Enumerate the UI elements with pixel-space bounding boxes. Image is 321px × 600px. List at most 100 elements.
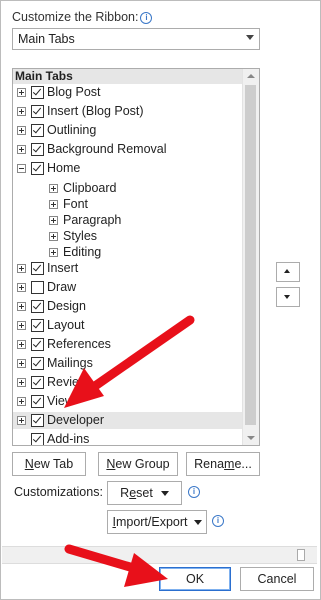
tree-item-draw[interactable]: Draw [13,279,242,296]
tree-vertical-scrollbar[interactable] [242,69,259,445]
ok-label: OK [185,572,205,586]
tree-item-home[interactable]: Home [13,160,242,177]
scroll-thumb[interactable] [245,85,256,425]
tree-item-editing[interactable]: Editing [13,244,242,261]
tree-item-paragraph[interactable]: Paragraph [13,212,242,229]
scroll-right-icon[interactable] [297,549,305,561]
rename-hotkey: m [224,457,235,471]
checkbox-icon[interactable] [31,162,44,175]
import-export-label: mport/Export [115,515,188,529]
cancel-button[interactable]: Cancel [240,567,314,591]
reset-dropdown-arrow-icon [160,491,169,496]
scroll-up-icon[interactable] [247,74,255,78]
expand-plus-icon[interactable] [17,145,26,154]
tree-item-view[interactable]: View [13,393,242,410]
rename-label-pre: Rena [194,457,225,471]
tree-item-insert-blog-post[interactable]: Insert (Blog Post) [13,103,242,120]
scroll-down-icon[interactable] [247,436,255,440]
expand-plus-icon[interactable] [49,200,58,209]
customize-ribbon-text: Customize the Ribbon: [12,10,139,24]
tree-item-label: Styles [63,229,98,243]
import-export-dropdown-arrow-icon [193,520,202,525]
import-export-button[interactable]: Import/Export [107,510,207,534]
tree-item-label: Review [47,375,88,389]
tree-item-label: Developer [47,413,104,427]
checkbox-icon[interactable] [31,395,44,408]
expand-plus-icon[interactable] [17,88,26,97]
checkbox-icon[interactable] [31,357,44,370]
expand-plus-icon[interactable] [17,416,26,425]
expand-plus-icon[interactable] [17,340,26,349]
move-up-icon [284,269,290,273]
tabs-dropdown[interactable]: Main Tabs [12,28,260,50]
tree-item-clipboard[interactable]: Clipboard [13,180,242,197]
tree-item-label: Mailings [47,356,93,370]
info-icon[interactable]: i [140,12,153,24]
checkbox-icon[interactable] [31,300,44,313]
checkbox-icon[interactable] [31,124,44,137]
expand-plus-icon[interactable] [17,264,26,273]
expand-plus-icon[interactable] [49,232,58,241]
tree-item-review[interactable]: Review [13,374,242,391]
expand-plus-icon[interactable] [49,216,58,225]
ok-button[interactable]: OK [159,567,231,591]
checkbox-icon[interactable] [31,143,44,156]
horizontal-scrollbar[interactable] [2,546,317,564]
new-tab-hotkey: N [24,457,34,471]
checkbox-icon[interactable] [31,105,44,118]
rename-label-rest: e... [234,457,252,471]
tree-item-label: Background Removal [47,142,167,156]
expand-plus-icon[interactable] [17,302,26,311]
tree-item-label: Home [47,161,81,175]
new-tab-button[interactable]: New Tab [12,452,86,476]
tree-item-label: Add-ins [47,432,90,446]
expand-plus-icon[interactable] [17,397,26,406]
tree-item-label: Draw [47,280,77,294]
tree-item-outlining[interactable]: Outlining [13,122,242,139]
tree-item-layout[interactable]: Layout [13,317,242,334]
info-icon[interactable]: i [212,515,224,527]
ribbon-tab-tree[interactable]: Main Tabs Blog Post Insert (Blog Post) Out… [12,68,260,446]
checkbox-icon[interactable] [31,86,44,99]
expand-plus-icon[interactable] [17,126,26,135]
checkbox-icon[interactable] [31,281,44,294]
tree-item-label: Editing [63,245,102,259]
tree-item-add-ins[interactable]: Add-ins [13,431,242,446]
move-up-button[interactable] [276,262,300,282]
tree-item-developer[interactable]: Developer [13,412,242,429]
expand-plus-icon[interactable] [49,248,58,257]
checkbox-icon[interactable] [31,262,44,275]
checkbox-icon[interactable] [31,414,44,427]
checkbox-icon[interactable] [31,376,44,389]
tree-item-mailings[interactable]: Mailings [13,355,242,372]
checkbox-icon[interactable] [31,319,44,332]
info-icon[interactable]: i [188,486,200,498]
new-tab-label: ew Tab [33,457,74,471]
expand-plus-icon[interactable] [49,184,58,193]
tabs-dropdown-value: Main Tabs [18,32,75,46]
expand-plus-icon[interactable] [17,283,26,292]
new-group-label: ew Group [115,457,170,471]
checkbox-icon[interactable] [31,338,44,351]
tree-item-insert[interactable]: Insert [13,260,242,277]
rename-button[interactable]: Rename... [186,452,260,476]
new-group-button[interactable]: New Group [98,452,178,476]
tree-item-blog-post[interactable]: Blog Post [13,84,242,101]
tree-item-label: View [47,394,74,408]
tree-item-label: Layout [47,318,85,332]
collapse-minus-icon[interactable] [17,164,26,173]
tree-item-design[interactable]: Design [13,298,242,315]
reset-button[interactable]: Reset [107,481,182,505]
tree-item-styles[interactable]: Styles [13,228,242,245]
tree-header: Main Tabs [13,69,244,84]
tree-item-references[interactable]: References [13,336,242,353]
checkbox-icon[interactable] [31,433,44,445]
expand-plus-icon[interactable] [17,378,26,387]
tree-item-font[interactable]: Font [13,196,242,213]
expand-plus-icon[interactable] [17,321,26,330]
expand-plus-icon[interactable] [17,107,26,116]
expand-plus-icon[interactable] [17,359,26,368]
move-down-icon [284,295,290,299]
tree-item-background-removal[interactable]: Background Removal [13,141,242,158]
move-down-button[interactable] [276,287,300,307]
